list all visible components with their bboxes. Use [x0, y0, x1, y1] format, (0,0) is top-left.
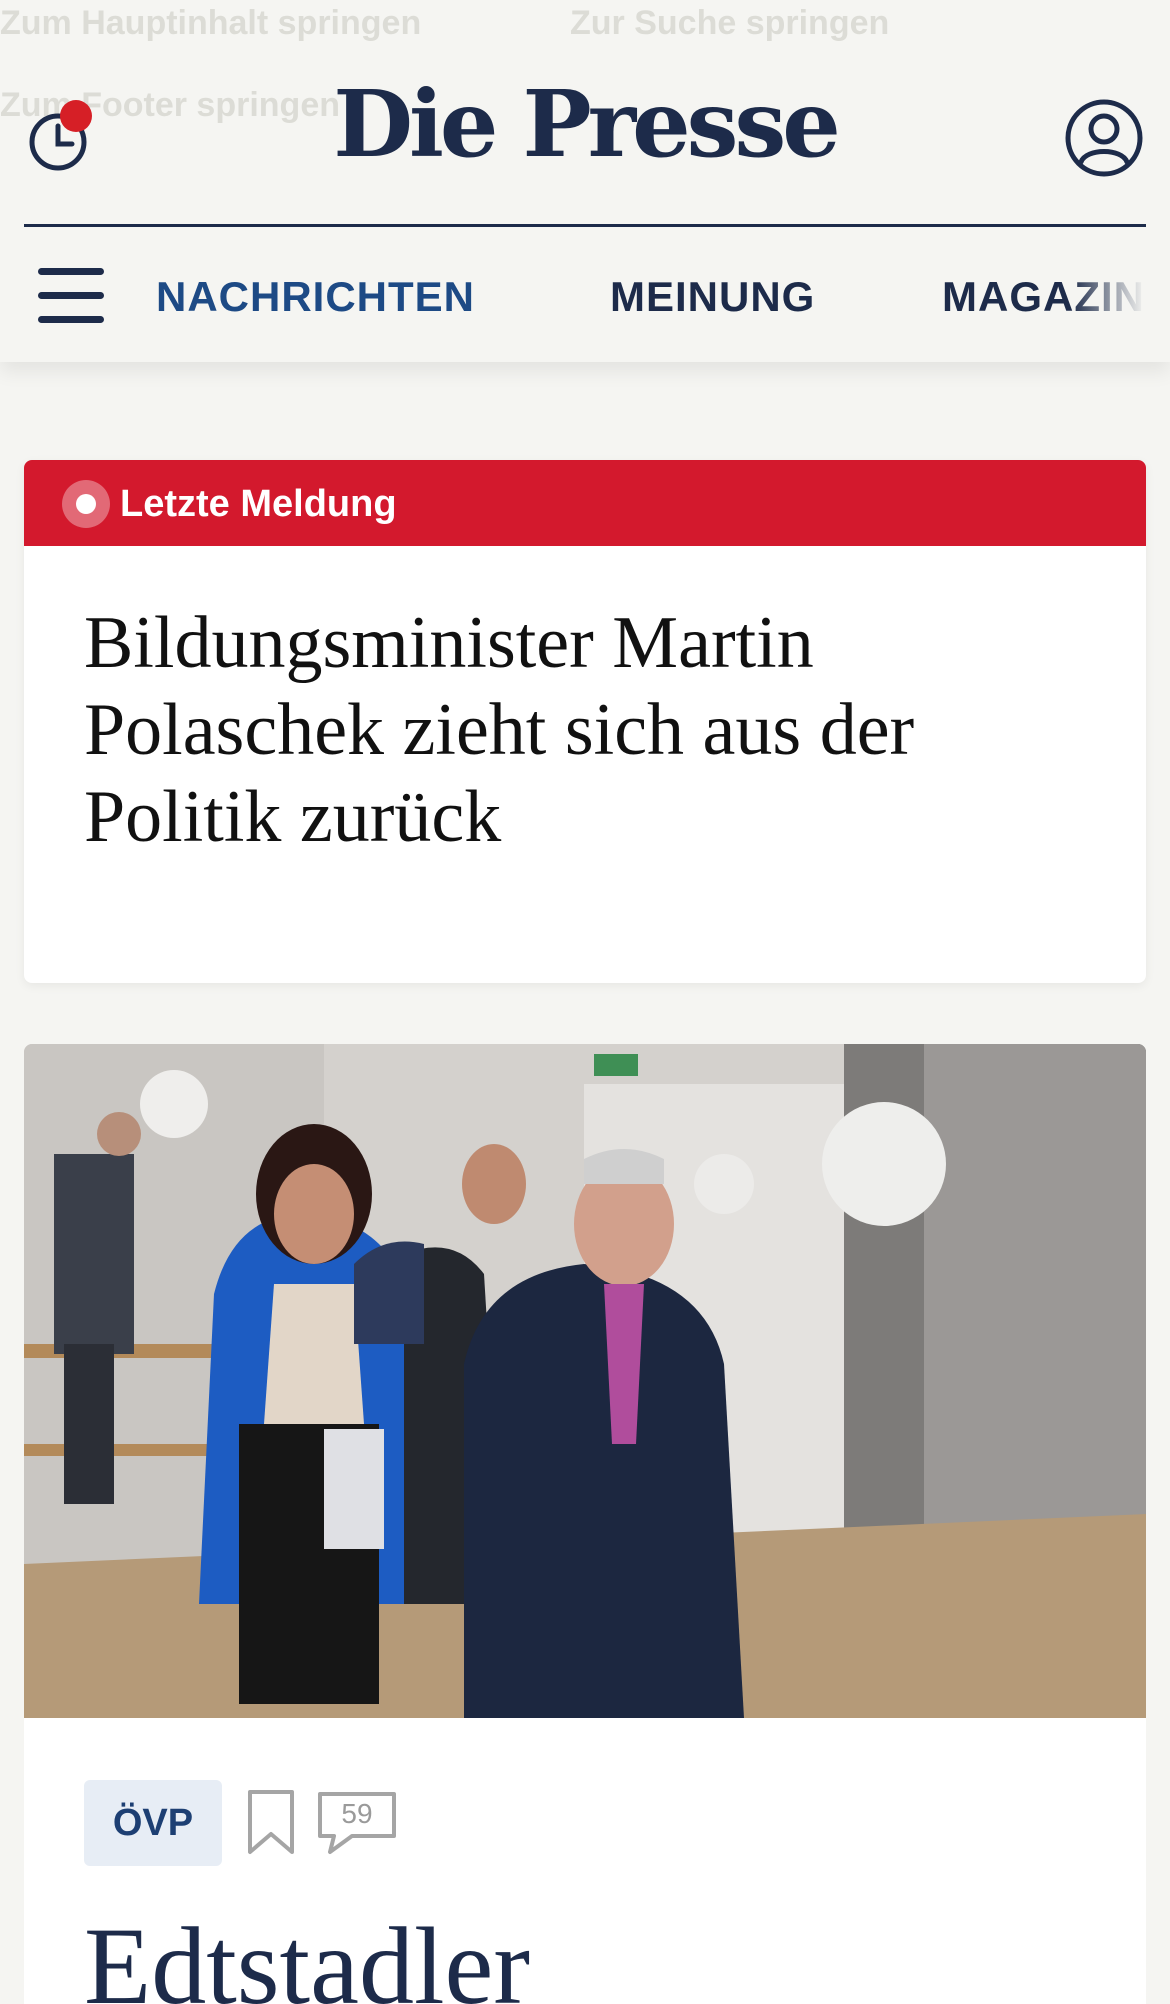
- comments-button[interactable]: 59: [316, 1790, 398, 1856]
- nav-item-meinung[interactable]: MEINUNG: [610, 272, 815, 322]
- breaking-news-label: Letzte Meldung: [120, 483, 397, 525]
- breaking-news-headline[interactable]: Bildungsminister Martin Polaschek zieht …: [84, 600, 1084, 861]
- nav-scroll-fade: [1070, 262, 1170, 336]
- live-indicator-icon: [62, 480, 110, 528]
- site-header: Die Presse NACHRICHTEN MEINUNG MAGAZIN: [0, 0, 1170, 362]
- account-button[interactable]: [1064, 98, 1144, 178]
- header-divider: [24, 224, 1146, 227]
- category-tag[interactable]: ÖVP: [84, 1780, 222, 1866]
- comment-count: 59: [341, 1798, 373, 1829]
- article-teaser[interactable]: ÖVP 59 Edtstadler: [24, 1044, 1146, 2004]
- nav-item-nachrichten[interactable]: NACHRICHTEN: [156, 272, 475, 322]
- article-title[interactable]: Edtstadler: [84, 1906, 530, 2004]
- site-logo[interactable]: Die Presse: [0, 78, 1170, 170]
- breaking-news-bar: Letzte Meldung: [24, 460, 1146, 546]
- user-circle-icon: [1065, 99, 1143, 177]
- article-image[interactable]: [24, 1044, 1146, 1718]
- bookmark-button[interactable]: [244, 1788, 298, 1858]
- bookmark-icon: [248, 1790, 294, 1854]
- breaking-news-card[interactable]: Letzte Meldung Bildungsminister Martin P…: [24, 460, 1146, 983]
- menu-button[interactable]: [38, 268, 106, 324]
